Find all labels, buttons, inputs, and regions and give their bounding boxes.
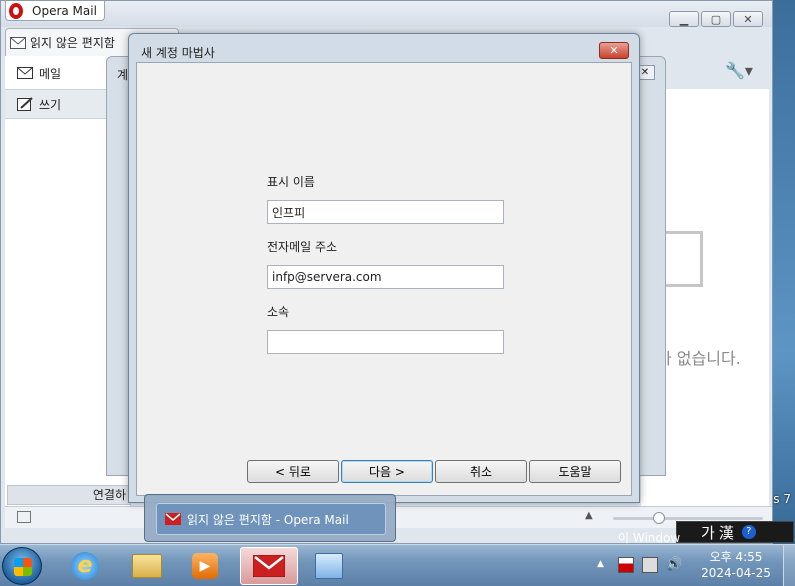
wizard-close-button[interactable]: ✕ — [599, 42, 629, 59]
minimize-icon: ▁ — [679, 12, 689, 26]
opera-menu-button[interactable]: Opera Mail — [5, 1, 105, 21]
envelope-icon — [17, 67, 33, 79]
display-name-input[interactable] — [267, 200, 504, 224]
maximize-icon: ▢ — [710, 12, 722, 26]
sidebar-item-label: 쓰기 — [39, 97, 62, 112]
close-icon: ✕ — [609, 44, 619, 57]
empty-message-text: 가 없습니다. — [657, 349, 741, 368]
display-name-label: 표시 이름 — [267, 175, 315, 189]
system-clock[interactable]: 오후 4:55 2024-04-25 — [694, 549, 778, 581]
thumbnail-window-item[interactable]: 읽지 않은 편지함 - Opera Mail — [156, 503, 386, 535]
taskbar: e ▶ ▲ 🔊 오후 4:55 2024-04-25 — [0, 544, 795, 586]
opera-logo-icon — [9, 2, 23, 19]
show-desktop-button[interactable] — [783, 545, 795, 586]
sidebar-item-label: 메일 — [39, 66, 62, 81]
opera-mail-icon — [253, 555, 285, 577]
network-status-icon[interactable] — [642, 557, 658, 573]
ime-language-bar[interactable]: 가 漢 ? — [676, 521, 794, 543]
help-icon[interactable]: ? — [741, 525, 756, 539]
windows-logo-icon — [14, 558, 32, 576]
window-titlebar: Opera Mail ▁ ▢ ✕ — [1, 1, 772, 27]
thumbnail-label: 읽지 않은 편지함 - Opera Mail — [187, 512, 349, 527]
wizard-body: 표시 이름 전자메일 주소 소속 < 뒤로 다음 > 취소 도움말 — [136, 62, 632, 496]
opera-mail-icon — [165, 513, 181, 525]
clock-time: 오후 4:55 — [709, 550, 763, 564]
opera-menu-label: Opera Mail — [32, 3, 97, 18]
show-hidden-icons-icon[interactable]: ▲ — [597, 559, 604, 569]
organization-input[interactable] — [267, 330, 504, 354]
zoom-slider[interactable] — [613, 512, 763, 524]
envelope-icon — [10, 36, 26, 49]
minimize-button[interactable]: ▁ — [669, 11, 699, 27]
clock-date: 2024-04-25 — [701, 566, 771, 580]
taskbar-network-app[interactable] — [300, 547, 358, 585]
start-button[interactable] — [2, 547, 42, 585]
next-button[interactable]: 다음 > — [341, 460, 433, 483]
panel-toggle-icon[interactable] — [17, 511, 31, 523]
taskbar-media-player[interactable]: ▶ — [176, 547, 234, 585]
volume-icon[interactable]: 🔊 — [666, 557, 682, 573]
control-panel-icon — [315, 553, 343, 579]
zoom-slider-handle[interactable] — [653, 512, 665, 524]
back-button[interactable]: < 뒤로 — [247, 460, 339, 483]
wrench-menu-icon[interactable]: 🔧▾ — [725, 61, 753, 80]
desktop-text: s 7 — [773, 492, 791, 506]
taskbar-thumbnail-popup: 읽지 않은 편지함 - Opera Mail — [144, 494, 396, 542]
organization-label: 소속 — [267, 305, 290, 319]
taskbar-file-explorer[interactable] — [118, 547, 176, 585]
close-window-button[interactable]: ✕ — [733, 11, 763, 27]
dialog-title: 계 — [117, 68, 129, 82]
internet-explorer-icon: e — [71, 552, 99, 580]
compose-icon — [17, 97, 33, 111]
ime-mode-label[interactable]: 가 — [701, 522, 715, 543]
taskbar-opera-mail[interactable] — [240, 547, 298, 585]
taskbar-internet-explorer[interactable]: e — [56, 547, 114, 585]
help-button[interactable]: 도움말 — [529, 460, 621, 483]
close-icon: ✕ — [743, 12, 753, 26]
action-center-flag-icon[interactable] — [618, 557, 634, 573]
tab-label: 읽지 않은 편지함 — [30, 36, 115, 50]
connect-button[interactable]: 연결하 — [7, 485, 131, 505]
maximize-button[interactable]: ▢ — [701, 11, 731, 27]
media-player-icon: ▶ — [192, 553, 218, 579]
folder-icon — [132, 554, 162, 578]
email-address-label: 전자메일 주소 — [267, 240, 338, 254]
cancel-button[interactable]: 취소 — [435, 460, 527, 483]
envelope-icon — [661, 231, 703, 287]
ime-hanja-label[interactable]: 漢 — [719, 522, 734, 543]
wizard-title: 새 계정 마법사 — [141, 46, 215, 60]
new-account-wizard: 새 계정 마법사 ✕ 표시 이름 전자메일 주소 소속 < 뒤로 다음 > 취소… — [128, 33, 640, 503]
zoom-menu-icon[interactable]: ▲ — [585, 510, 593, 521]
email-address-input[interactable] — [267, 265, 504, 289]
